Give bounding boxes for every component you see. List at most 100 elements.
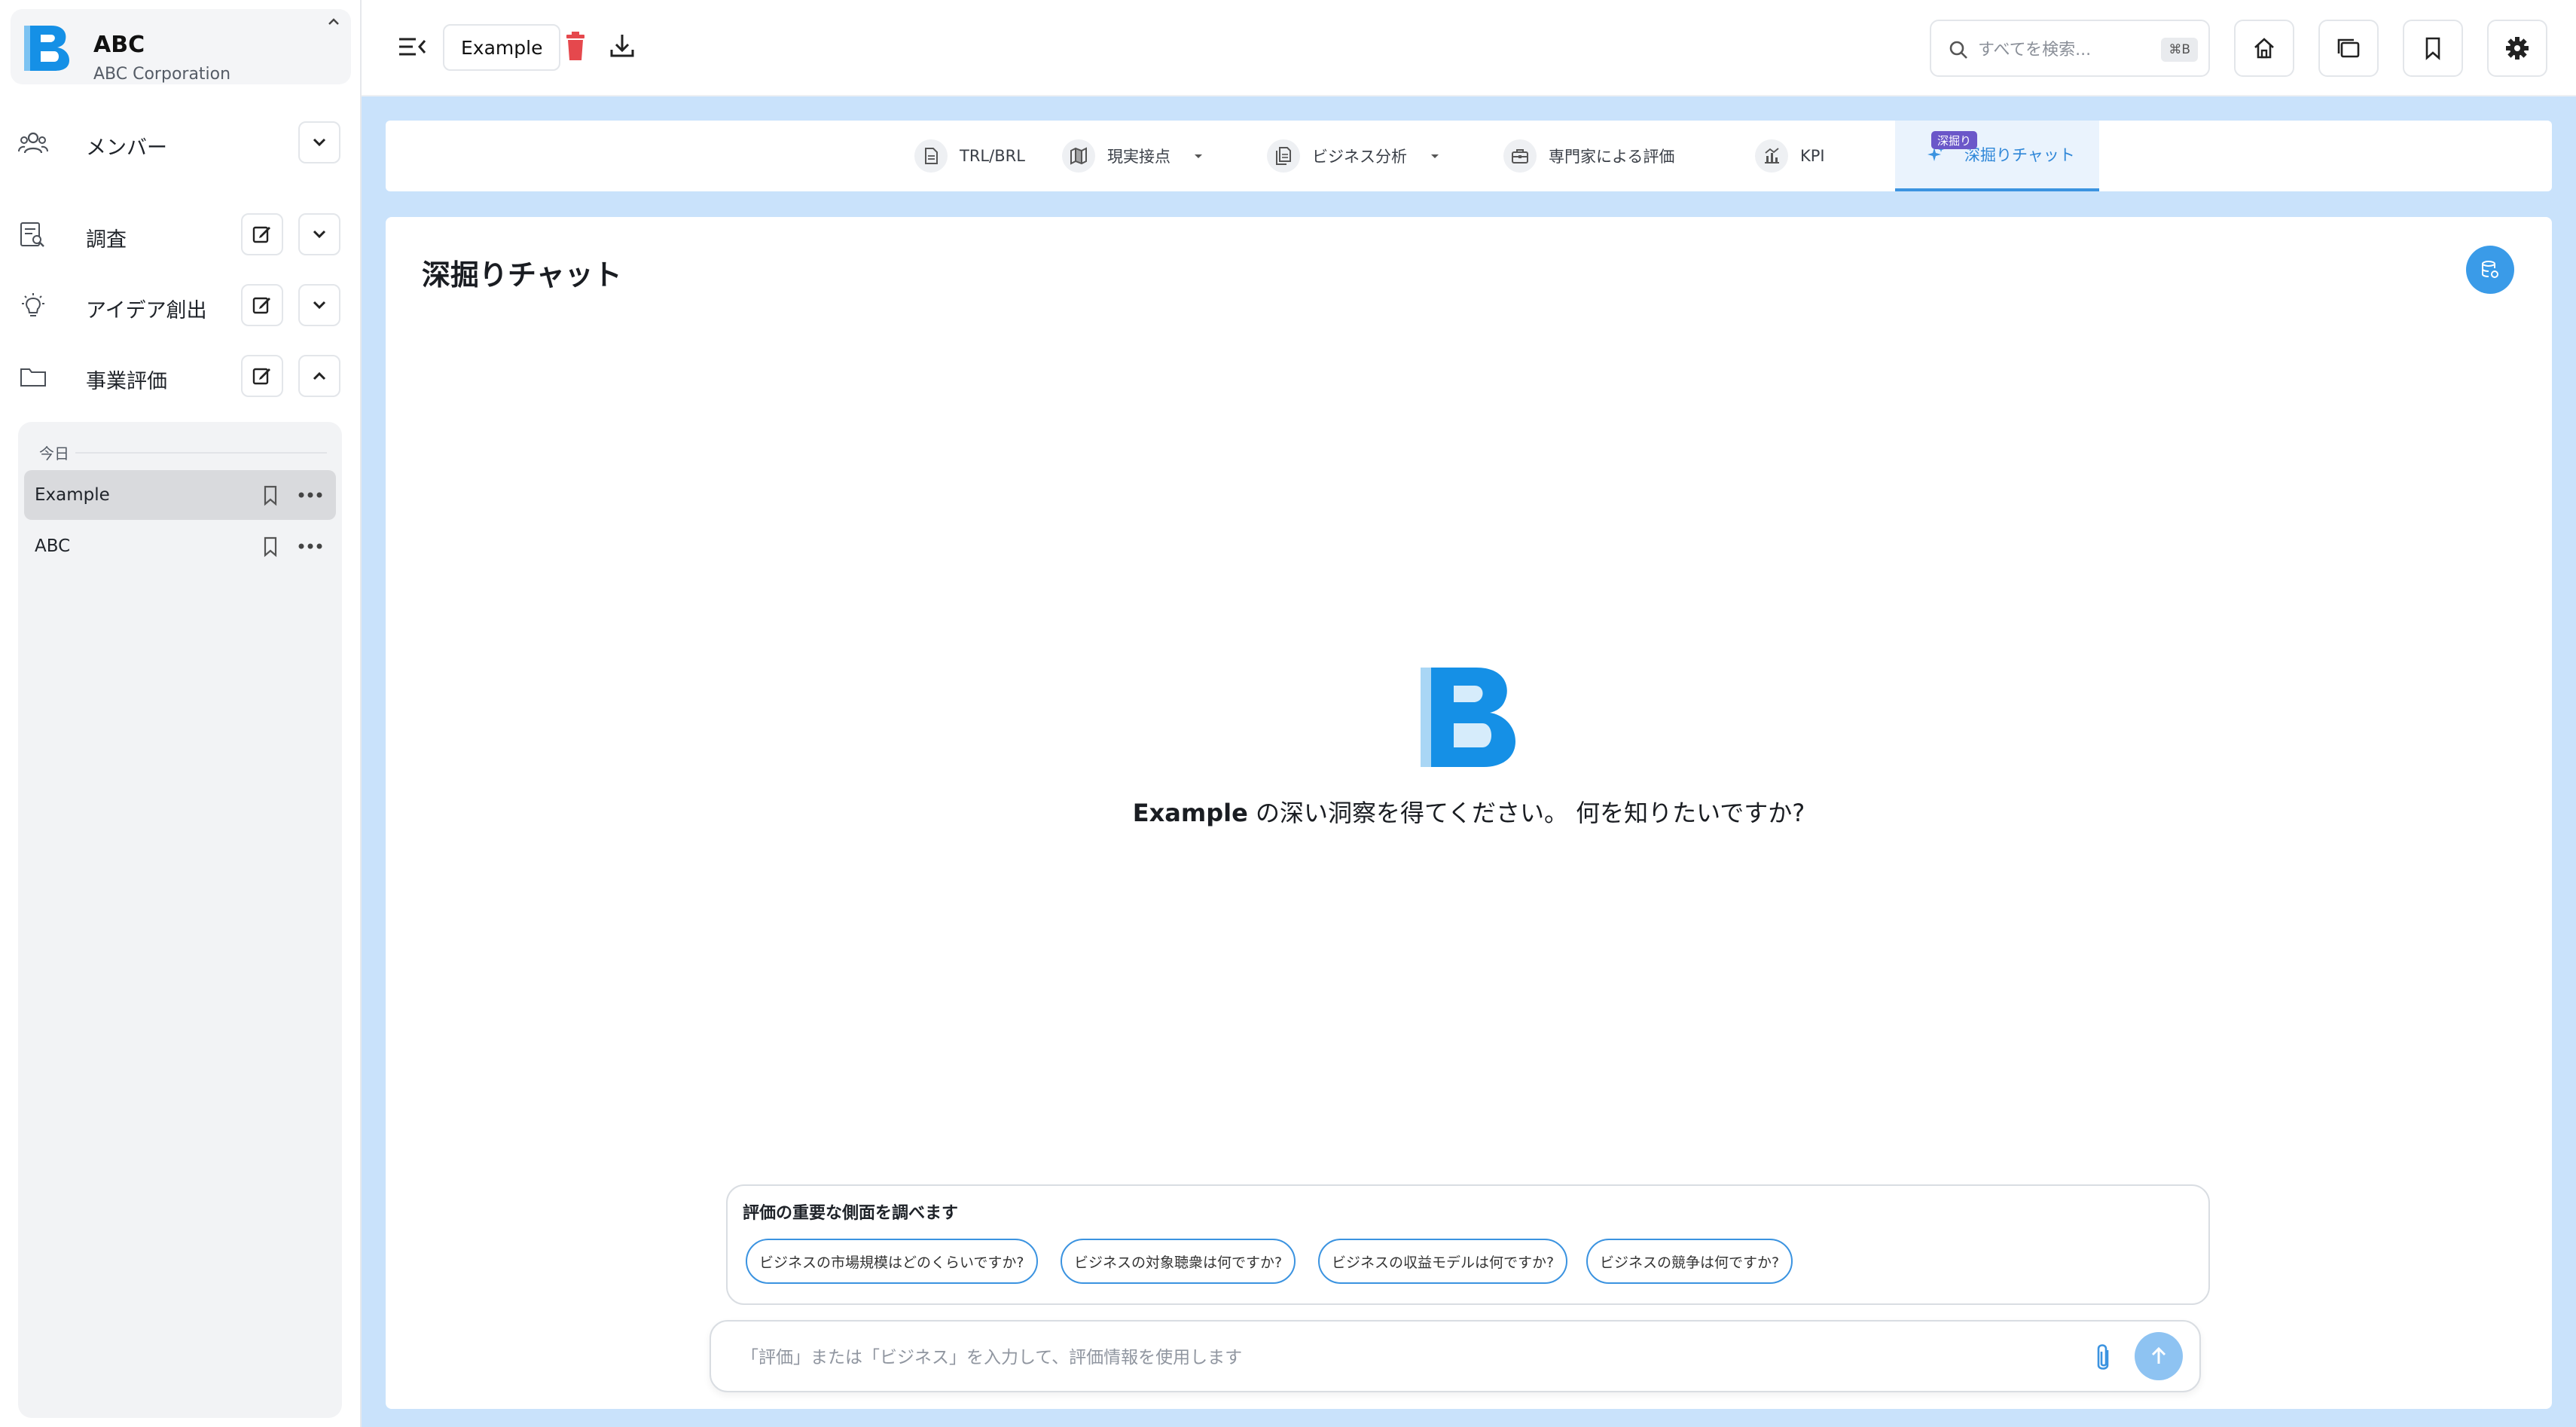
sidebar-item-label: アイデア創出 — [86, 299, 207, 322]
tab-business-analysis[interactable]: ビジネス分析 — [1267, 121, 1443, 191]
sidebar-item-ideation[interactable]: アイデア創出 — [0, 279, 362, 332]
sidebar-item-label: 調査 — [86, 228, 127, 252]
welcome-prompt: Example の深い洞察を得てください。 何を知りたいですか? — [386, 794, 2552, 829]
divider — [75, 452, 327, 454]
collapse-evaluation-button[interactable] — [298, 355, 340, 397]
bookmark-icon — [2425, 37, 2440, 60]
search-input[interactable] — [1978, 35, 2144, 65]
tab-badge: 深掘り — [1931, 131, 1978, 149]
bookmark-icon[interactable] — [259, 483, 282, 507]
bookmark-icon[interactable] — [259, 534, 282, 558]
tab-reality-contact[interactable]: 現実接点 — [1062, 121, 1207, 191]
sidebar-toggle-icon[interactable] — [396, 32, 429, 62]
trash-icon[interactable] — [560, 30, 591, 63]
history-date-label: 今日 — [39, 445, 69, 463]
caret-down-icon[interactable] — [1190, 148, 1207, 164]
caret-down-icon[interactable] — [1427, 148, 1443, 164]
sidebar-item-evaluation[interactable]: 事業評価 — [0, 350, 362, 402]
sidebar-item-research[interactable]: 調査 — [0, 208, 362, 261]
tab-kpi[interactable]: KPI — [1755, 121, 1825, 191]
expand-members-button[interactable] — [298, 121, 340, 163]
welcome-text: の深い洞察を得てください。 何を知りたいですか? — [1247, 799, 1805, 827]
chevron-down-icon — [313, 230, 326, 239]
chart-icon-svg — [1765, 148, 1779, 163]
top-bar: Example ⌘B — [362, 0, 2576, 96]
tab-label: ビジネス分析 — [1312, 148, 1407, 166]
search-shortcut-badge: ⌘B — [2161, 38, 2198, 62]
new-research-button[interactable] — [241, 213, 283, 255]
expand-ideation-button[interactable] — [298, 284, 340, 326]
search-icon — [1949, 41, 1967, 59]
sidebar-item-label: メンバー — [86, 136, 167, 160]
edit-icon — [252, 368, 270, 385]
history-item-label: Example — [35, 485, 110, 505]
history-item[interactable]: ABC — [24, 521, 336, 571]
research-doc-icon — [20, 222, 44, 247]
document-title[interactable]: Example — [443, 24, 561, 71]
new-idea-button[interactable] — [241, 284, 283, 326]
briefcase-icon-svg — [1512, 149, 1528, 163]
message-composer — [710, 1320, 2201, 1392]
sidebar: ABC ABC Corporation メンバー 調査 アイデア創出 事業評価 … — [0, 0, 362, 1427]
suggestions-panel: 評価の重要な側面を調べます ビジネスの市場規模はどのくらいですか? ビジネスの対… — [726, 1184, 2210, 1305]
suggestion-chip[interactable]: ビジネスの収益モデルは何ですか? — [1318, 1239, 1568, 1284]
users-icon — [18, 132, 48, 154]
chevron-up-icon — [313, 371, 326, 380]
new-evaluation-button[interactable] — [241, 355, 283, 397]
org-switcher[interactable]: ABC ABC Corporation — [11, 9, 351, 84]
more-horizontal-icon[interactable] — [295, 534, 325, 558]
brand-logo-icon — [1421, 668, 1515, 767]
bookmarks-button[interactable] — [2403, 20, 2463, 77]
tab-deep-dive-chat[interactable]: 深掘り 深掘りチャット — [1895, 121, 2099, 191]
home-icon — [2254, 38, 2274, 59]
tab-label: TRL/BRL — [960, 147, 1025, 165]
document-icon — [914, 139, 948, 173]
page-title: 深掘りチャット — [422, 258, 622, 292]
chat-panel: 深掘りチャット Example の深い洞察を得てください。 何を知りたいですか?… — [386, 217, 2552, 1409]
folder-icon — [20, 368, 46, 387]
suggestion-chip[interactable]: ビジネスの市場規模はどのくらいですか? — [746, 1239, 1038, 1284]
tab-bar: TRL/BRL 現実接点 ビジネス分析 専門家による評価 KPI 深掘り 深掘り… — [386, 121, 2552, 191]
global-search[interactable]: ⌘B — [1930, 20, 2210, 77]
collections-button[interactable] — [2318, 20, 2379, 77]
edit-icon — [252, 226, 270, 243]
welcome-subject: Example — [1132, 799, 1248, 827]
download-icon[interactable] — [607, 30, 637, 63]
suggestion-chip[interactable]: ビジネスの競争は何ですか? — [1586, 1239, 1793, 1284]
suggestion-chip[interactable]: ビジネスの対象聴衆は何ですか? — [1061, 1239, 1296, 1284]
chat-data-button[interactable] — [2466, 246, 2514, 294]
briefcase-icon — [1503, 139, 1537, 173]
tab-label: 深掘りチャット — [1964, 146, 2075, 164]
paperclip-icon[interactable] — [2089, 1341, 2117, 1374]
document-icon-svg — [925, 148, 938, 164]
home-button[interactable] — [2234, 20, 2294, 77]
message-input[interactable] — [741, 1341, 2022, 1374]
org-subtitle: ABC Corporation — [93, 65, 231, 84]
tab-trl-brl[interactable]: TRL/BRL — [914, 121, 1025, 191]
settings-button[interactable] — [2487, 20, 2547, 77]
send-button[interactable] — [2135, 1332, 2183, 1380]
more-horizontal-icon[interactable] — [295, 483, 325, 507]
lightbulb-icon — [22, 293, 44, 316]
chevron-down-icon — [313, 301, 326, 310]
map-icon-svg — [1070, 147, 1087, 165]
main-area: TRL/BRL 現実接点 ビジネス分析 専門家による評価 KPI 深掘り 深掘り… — [362, 96, 2576, 1427]
tab-expert-evaluation[interactable]: 専門家による評価 — [1503, 121, 1674, 191]
history-item[interactable]: Example — [24, 470, 336, 520]
chevron-up-down-icon[interactable] — [324, 15, 343, 45]
expand-research-button[interactable] — [298, 213, 340, 255]
gear-icon — [2506, 37, 2529, 60]
chevron-down-icon — [313, 138, 326, 147]
tab-label: KPI — [1800, 147, 1825, 165]
org-name: ABC — [93, 32, 145, 58]
documents-icon — [1267, 139, 1300, 173]
map-icon — [1062, 139, 1095, 173]
suggestions-title: 評価の重要な側面を調べます — [743, 1204, 959, 1223]
arrow-up-icon — [2151, 1346, 2166, 1364]
database-settings-icon — [2482, 261, 2498, 278]
documents-icon-svg — [1276, 147, 1291, 165]
sidebar-item-members[interactable]: メンバー — [0, 116, 362, 169]
brand-logo-icon — [24, 26, 69, 71]
tab-label: 現実接点 — [1107, 148, 1170, 166]
history-item-label: ABC — [35, 536, 71, 556]
